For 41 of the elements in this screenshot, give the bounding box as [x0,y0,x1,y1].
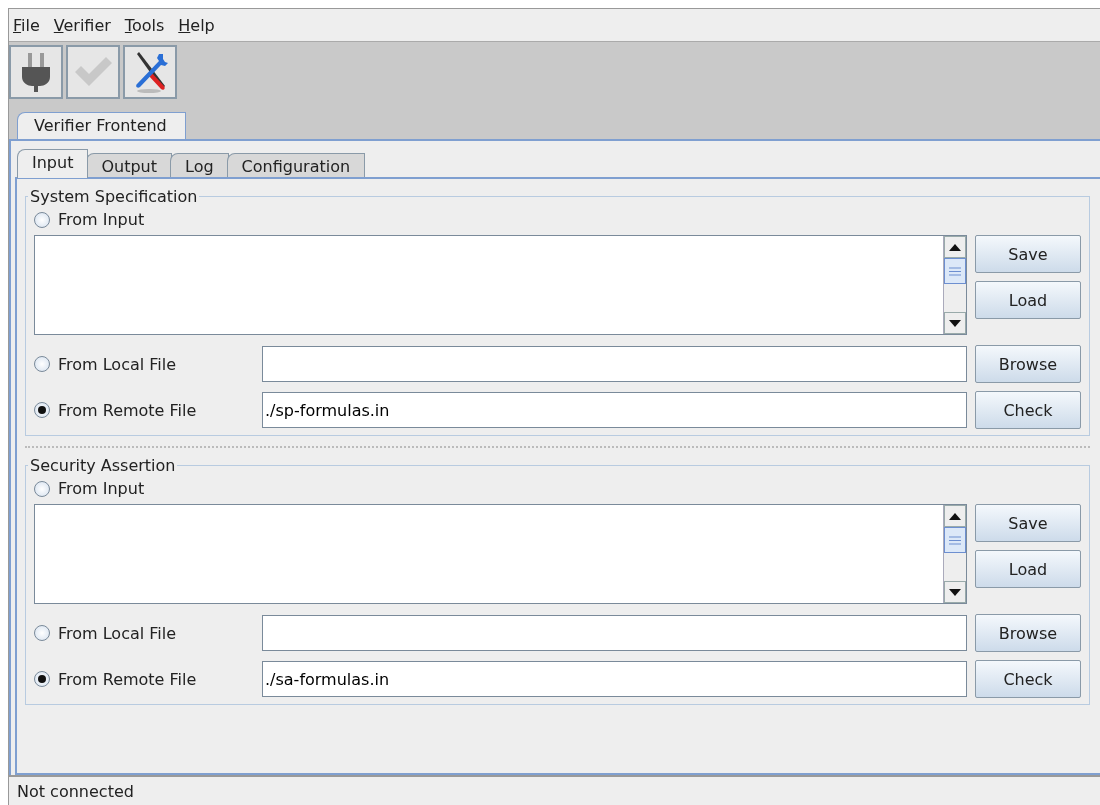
menu-item[interactable]: Verifier [53,15,111,35]
radio-button[interactable]: From Input [34,479,145,498]
radio-button[interactable]: From Remote File [34,669,254,689]
browse-button[interactable]: Browse [975,614,1081,652]
tab[interactable]: Log [170,153,229,177]
up-arrow-icon [949,512,961,520]
tab[interactable]: Verifier Frontend [17,112,186,139]
grip-icon [949,266,961,276]
menu-item[interactable]: Help [178,15,215,35]
scrollbar[interactable] [943,236,966,334]
file-path-field[interactable]: ./sp-formulas.in [262,392,967,428]
action-button[interactable]: Save [975,504,1081,542]
action-button[interactable]: Load [975,281,1081,319]
tab[interactable]: Input [17,149,89,178]
section-title: Security Assertion [29,456,177,475]
browse-button[interactable]: Browse [975,345,1081,383]
action-button[interactable]: Save [975,235,1081,273]
radio-button[interactable]: From Remote File [34,400,254,420]
toolbar-button[interactable] [123,45,177,99]
file-path-field[interactable]: ./sa-formulas.in [262,661,967,697]
file-path-field[interactable] [262,346,967,382]
check-button[interactable]: Check [975,391,1081,429]
down-arrow-icon [949,319,961,327]
tab[interactable]: Configuration [226,153,366,177]
file-path-field[interactable] [262,615,967,651]
menu-item[interactable]: Tools [124,15,165,35]
tab[interactable]: Output [86,153,172,177]
plug-icon [19,51,53,93]
radio-button[interactable]: From Input [34,210,145,229]
radio-button[interactable]: From Local File [34,354,254,374]
down-arrow-icon [949,588,961,596]
radio-button[interactable]: From Local File [34,623,254,643]
up-arrow-icon [949,243,961,251]
checkmark-icon [73,56,113,88]
toolbar-button[interactable] [9,45,63,99]
menu-item[interactable]: File [13,15,40,35]
grip-icon [949,535,961,545]
scrollbar[interactable] [943,505,966,603]
check-button[interactable]: Check [975,660,1081,698]
action-button[interactable]: Load [975,550,1081,588]
section-title: System Specification [29,187,199,206]
